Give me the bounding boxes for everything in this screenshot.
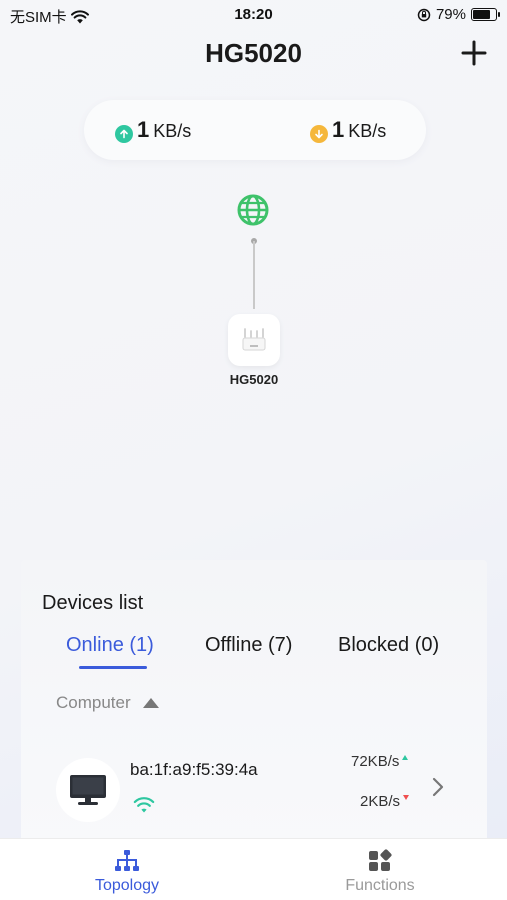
status-right: 79%: [417, 6, 500, 23]
upload-triangle-icon: [402, 755, 409, 760]
tab-functions[interactable]: Functions: [320, 849, 440, 895]
wifi-icon: [133, 797, 155, 813]
bottom-tab-bar: Topology Functions: [0, 838, 507, 900]
download-speed: 1 KB/s: [310, 117, 386, 143]
globe-icon[interactable]: [236, 193, 270, 227]
category-header-computer[interactable]: Computer: [56, 693, 159, 713]
router-node[interactable]: [228, 314, 280, 366]
category-label: Computer: [56, 693, 131, 712]
battery-percent: 79%: [435, 6, 466, 23]
orientation-lock-icon: [417, 8, 431, 21]
device-avatar: [56, 758, 120, 822]
active-tab-indicator: [79, 666, 147, 669]
battery-level: [473, 10, 491, 19]
add-button[interactable]: [459, 38, 489, 68]
device-tabs: Online (1) Offline (7) Blocked (0): [21, 634, 487, 674]
download-speed-value: 1: [332, 117, 345, 142]
tab-offline[interactable]: Offline (7): [205, 634, 292, 657]
upload-speed: 1 KB/s: [115, 117, 191, 143]
tab-topology[interactable]: Topology: [67, 849, 187, 895]
device-row[interactable]: ba:1f:a9:f5:39:4a 72KB/s 2KB/s: [21, 740, 487, 840]
device-upload-rate-value: 72KB/s: [351, 753, 400, 770]
upload-speed-unit: KB/s: [153, 121, 192, 141]
download-speed-unit: KB/s: [348, 121, 387, 141]
device-upload-rate: 72KB/s: [351, 753, 409, 770]
tab-online[interactable]: Online (1): [66, 634, 154, 657]
devices-list-title: Devices list: [42, 592, 144, 614]
connection-line: [253, 241, 255, 309]
router-icon: [242, 328, 266, 351]
device-download-rate-value: 2KB/s: [360, 793, 401, 810]
download-triangle-icon: [403, 795, 410, 800]
speed-summary: 1 KB/s 1 KB/s: [84, 100, 426, 160]
functions-icon: [369, 849, 392, 871]
tab-topology-label: Topology: [94, 877, 160, 894]
device-mac-address: ba:1f:a9:f5:39:4a: [130, 760, 258, 779]
download-arrow-icon: [310, 125, 328, 143]
collapse-caret-icon: [142, 698, 159, 708]
device-download-rate: 2KB/s: [360, 793, 410, 810]
computer-monitor-icon: [70, 775, 106, 805]
tab-functions-label: Functions: [345, 877, 415, 894]
chevron-right-icon[interactable]: [431, 776, 445, 798]
battery-icon: [471, 8, 500, 21]
topology-icon: [115, 850, 139, 871]
upload-speed-value: 1: [137, 117, 150, 142]
tab-blocked[interactable]: Blocked (0): [338, 634, 439, 657]
devices-panel: Devices list Online (1) Offline (7) Bloc…: [21, 560, 487, 850]
router-name: HG5020: [229, 372, 279, 387]
upload-arrow-icon: [115, 125, 133, 143]
page-title: HG5020: [205, 38, 302, 68]
status-bar: 无SIM卡 18:20 79%: [0, 0, 507, 30]
